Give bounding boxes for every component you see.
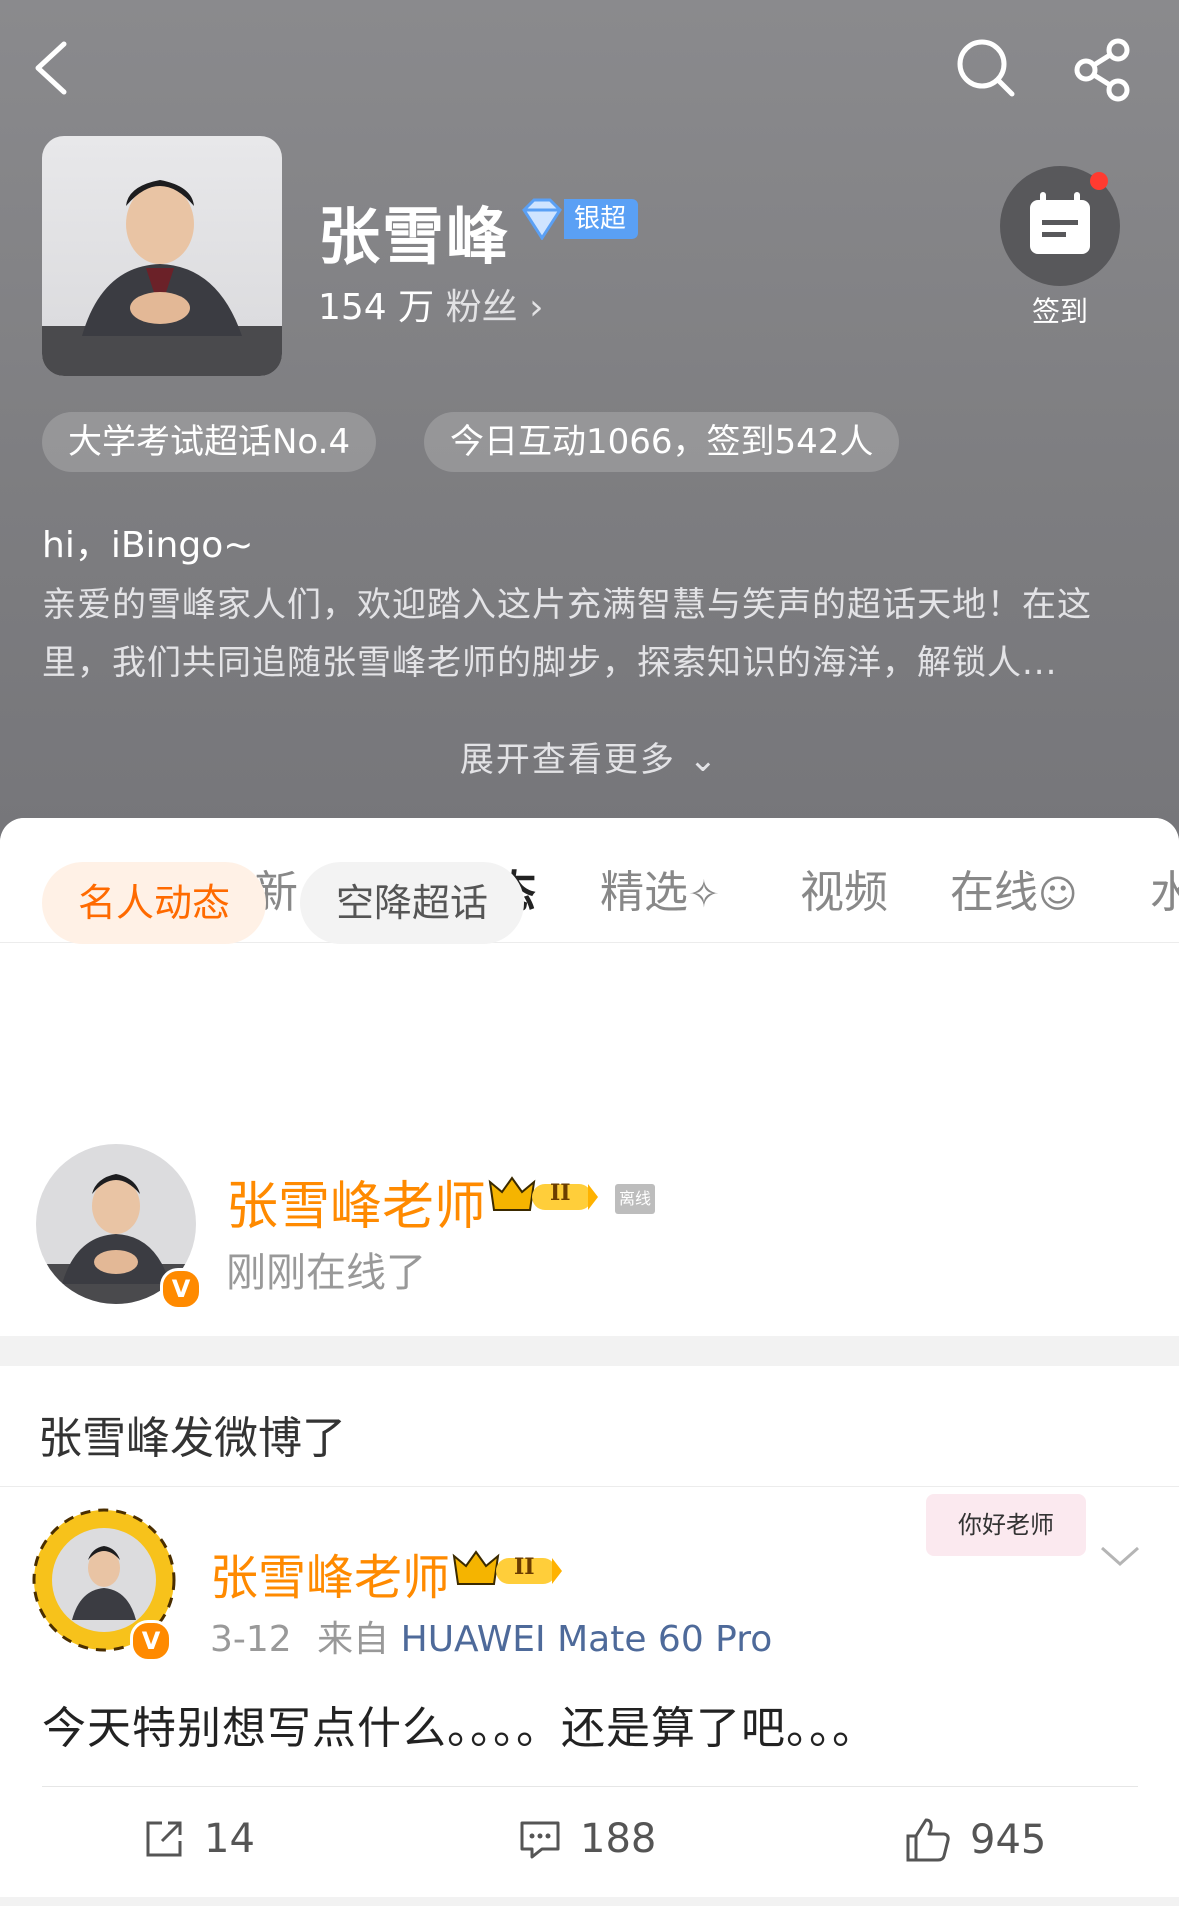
topic-description: 亲爱的雪峰家人们，欢迎踏入这片充满智慧与笑声的超话天地！在这里，我们共同追随张雪… bbox=[42, 585, 1092, 683]
rank-pill[interactable]: 大学考试超话No.4 bbox=[42, 412, 377, 472]
post-author-name[interactable]: 张雪峰老师 bbox=[210, 1538, 450, 1608]
tab-video[interactable]: 视频 bbox=[800, 856, 888, 920]
checkin-label: 签到 bbox=[1031, 295, 1088, 328]
post-crown-badge: II bbox=[452, 1548, 564, 1590]
share-icon[interactable] bbox=[1072, 38, 1136, 102]
hello-teacher-sticker: 你好老师 bbox=[926, 1494, 1086, 1556]
smile-icon: ☺ bbox=[1038, 872, 1078, 916]
fans-count: 154 万 bbox=[318, 287, 435, 328]
diamond-icon bbox=[522, 198, 562, 240]
tab-featured-label: 精选 bbox=[600, 867, 688, 918]
post-device[interactable]: HUAWEI Mate 60 Pro bbox=[401, 1619, 773, 1660]
sparkle-icon: ✧ bbox=[688, 872, 720, 916]
post-level-text: II bbox=[514, 1554, 535, 1580]
activity-pill[interactable]: 今日互动1066，签到542人 bbox=[424, 412, 900, 472]
expand-more-button[interactable]: 展开查看更多 ⌄ bbox=[0, 732, 1179, 781]
online-user-name[interactable]: 张雪峰老师 bbox=[226, 1164, 486, 1239]
post-from-label: 来自 bbox=[317, 1619, 390, 1660]
comment-count: 188 bbox=[580, 1816, 657, 1862]
tab-featured[interactable]: 精选✧ bbox=[600, 856, 720, 920]
fans-label: 粉丝 bbox=[445, 287, 518, 328]
repost-count: 14 bbox=[204, 1816, 255, 1862]
like-button[interactable]: 945 bbox=[904, 1816, 1046, 1864]
offline-tag: 离线 bbox=[615, 1184, 655, 1214]
fans-link[interactable]: 154 万 粉丝 › bbox=[318, 278, 544, 330]
tab-online-label: 在线 bbox=[950, 867, 1038, 918]
like-count: 945 bbox=[970, 1817, 1047, 1863]
chevron-down-icon: ⌄ bbox=[688, 740, 720, 780]
verified-badge: V bbox=[160, 1268, 202, 1310]
search-icon[interactable] bbox=[954, 36, 1018, 100]
post-date: 3-12 bbox=[210, 1619, 292, 1660]
comment-icon bbox=[520, 1821, 560, 1859]
repost-icon bbox=[146, 1821, 182, 1857]
topic-title: 张雪峰 bbox=[318, 200, 511, 273]
notification-dot bbox=[1090, 172, 1108, 190]
expand-label: 展开查看更多 bbox=[459, 740, 676, 780]
chip-airdrop[interactable]: 空降超话 bbox=[300, 862, 525, 944]
level-text: II bbox=[550, 1180, 571, 1206]
online-status: 刚刚在线了 bbox=[226, 1250, 426, 1296]
tab-water[interactable]: 水 bbox=[1150, 856, 1179, 920]
post-divider bbox=[42, 1786, 1138, 1787]
badge-label: 银超 bbox=[564, 199, 639, 239]
topic-avatar bbox=[42, 136, 282, 376]
crown-level-badge: II bbox=[488, 1174, 600, 1216]
chevron-right-icon: › bbox=[529, 287, 544, 328]
greeting: hi，iBingo~ bbox=[42, 525, 254, 566]
comment-button[interactable]: 188 bbox=[518, 1816, 656, 1862]
post-verified-badge: V bbox=[130, 1620, 172, 1662]
thumbs-up-icon bbox=[906, 1818, 950, 1862]
back-icon[interactable] bbox=[30, 38, 74, 98]
chip-celebrity[interactable]: 名人动态 bbox=[42, 862, 267, 944]
chevron-down-icon[interactable] bbox=[1098, 1542, 1142, 1576]
post-text[interactable]: 今天特别想写点什么。。。。还是算了吧。。。 bbox=[42, 1692, 877, 1756]
silver-super-badge: 银超 bbox=[520, 198, 639, 240]
tab-online[interactable]: 在线☺ bbox=[950, 856, 1078, 920]
post-meta: 3-12 来自 HUAWEI Mate 60 Pro bbox=[210, 1610, 772, 1662]
section-title: 张雪峰发微博了 bbox=[38, 1413, 346, 1464]
repost-button[interactable]: 14 bbox=[142, 1816, 255, 1862]
